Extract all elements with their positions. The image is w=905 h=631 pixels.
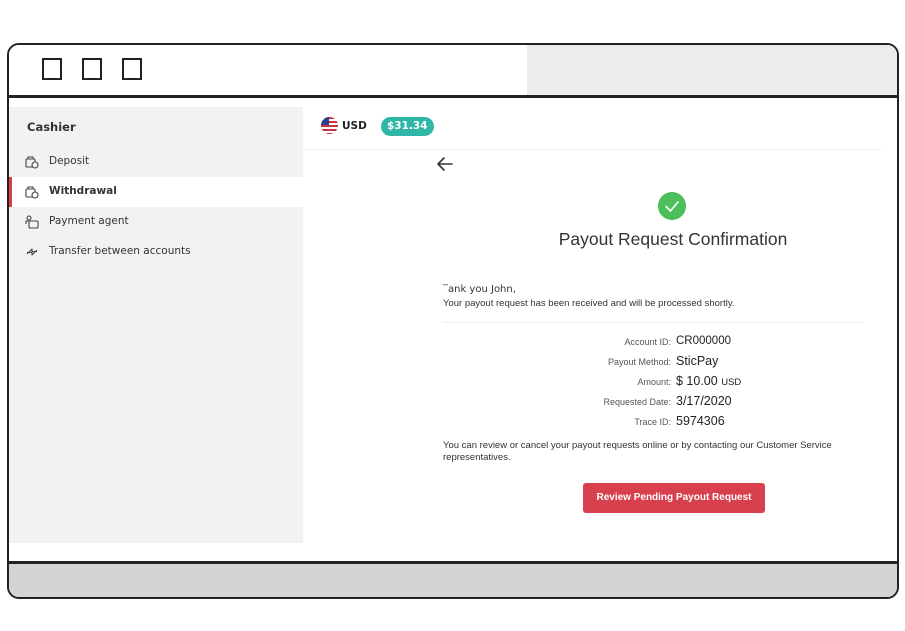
sidebar-title: Cashier [27,120,76,134]
deposit-icon [25,156,39,169]
sidebar-item-label: Payment agent [49,215,129,227]
sidebar-item-label: Deposit [49,155,90,167]
detail-label: Account ID: [624,337,671,347]
confirmation-panel: Payout Request Confirmation ‾ank you Joh… [303,149,881,543]
app-window: Cashier Deposit Withdrawal Payment agent… [7,43,899,599]
page-title: Payout Request Confirmation [558,229,788,249]
checkmark-icon [658,192,686,220]
window-titlebar [9,45,897,98]
detail-row-amount: Amount: $ 10.00 USD [443,374,883,392]
window-control-button[interactable] [82,58,102,80]
balance-badge: $31.34 [381,117,434,136]
sidebar-item-label: Transfer between accounts [49,245,191,257]
titlebar-address-area [527,45,897,95]
amount-value: $ 10.00 [676,374,718,388]
withdrawal-icon [25,186,39,199]
sidebar-item-payment-agent[interactable]: Payment agent [9,207,303,237]
detail-label: Requested Date: [603,397,671,407]
status-message: Your payout request has been received an… [443,298,735,309]
payment-agent-icon [25,215,39,229]
detail-row-account-id: Account ID: CR000000 [443,334,883,352]
sidebar-item-deposit[interactable]: Deposit [9,147,303,177]
account-header: USD $31.34 [303,107,881,150]
sidebar-item-transfer[interactable]: Transfer between accounts [9,237,303,267]
detail-value: 5974306 [676,414,725,428]
sidebar-item-label: Withdrawal [49,185,117,197]
divider [443,322,863,323]
detail-label: Amount: [637,377,671,387]
detail-value: SticPay [676,354,719,368]
amount-unit: USD [721,377,742,388]
review-info-text: You can review or cancel your payout req… [443,440,832,463]
transfer-icon [26,248,38,256]
window-control-button[interactable] [122,58,142,80]
arrow-left-icon[interactable] [435,155,455,173]
us-flag-icon [321,117,338,134]
detail-value: CR000000 [676,335,731,347]
cashier-sidebar: Cashier Deposit Withdrawal Payment agent… [9,107,303,543]
window-control-button[interactable] [42,58,62,80]
detail-value: 3/17/2020 [676,394,732,408]
detail-row-trace-id: Trace ID: 5974306 [443,414,883,432]
review-pending-payout-button[interactable]: Review Pending Payout Request [583,483,765,513]
detail-row-payout-method: Payout Method: SticPay [443,354,883,372]
detail-label: Trace ID: [634,417,671,427]
window-bottom-bar [9,561,897,597]
greeting-text: ‾ank you John, [443,284,516,295]
detail-row-requested-date: Requested Date: 3/17/2020 [443,394,883,412]
detail-value-amount: $ 10.00 USD [676,374,741,388]
currency-label: USD [342,120,367,132]
detail-label: Payout Method: [607,357,671,367]
sidebar-item-withdrawal[interactable]: Withdrawal [9,177,303,207]
